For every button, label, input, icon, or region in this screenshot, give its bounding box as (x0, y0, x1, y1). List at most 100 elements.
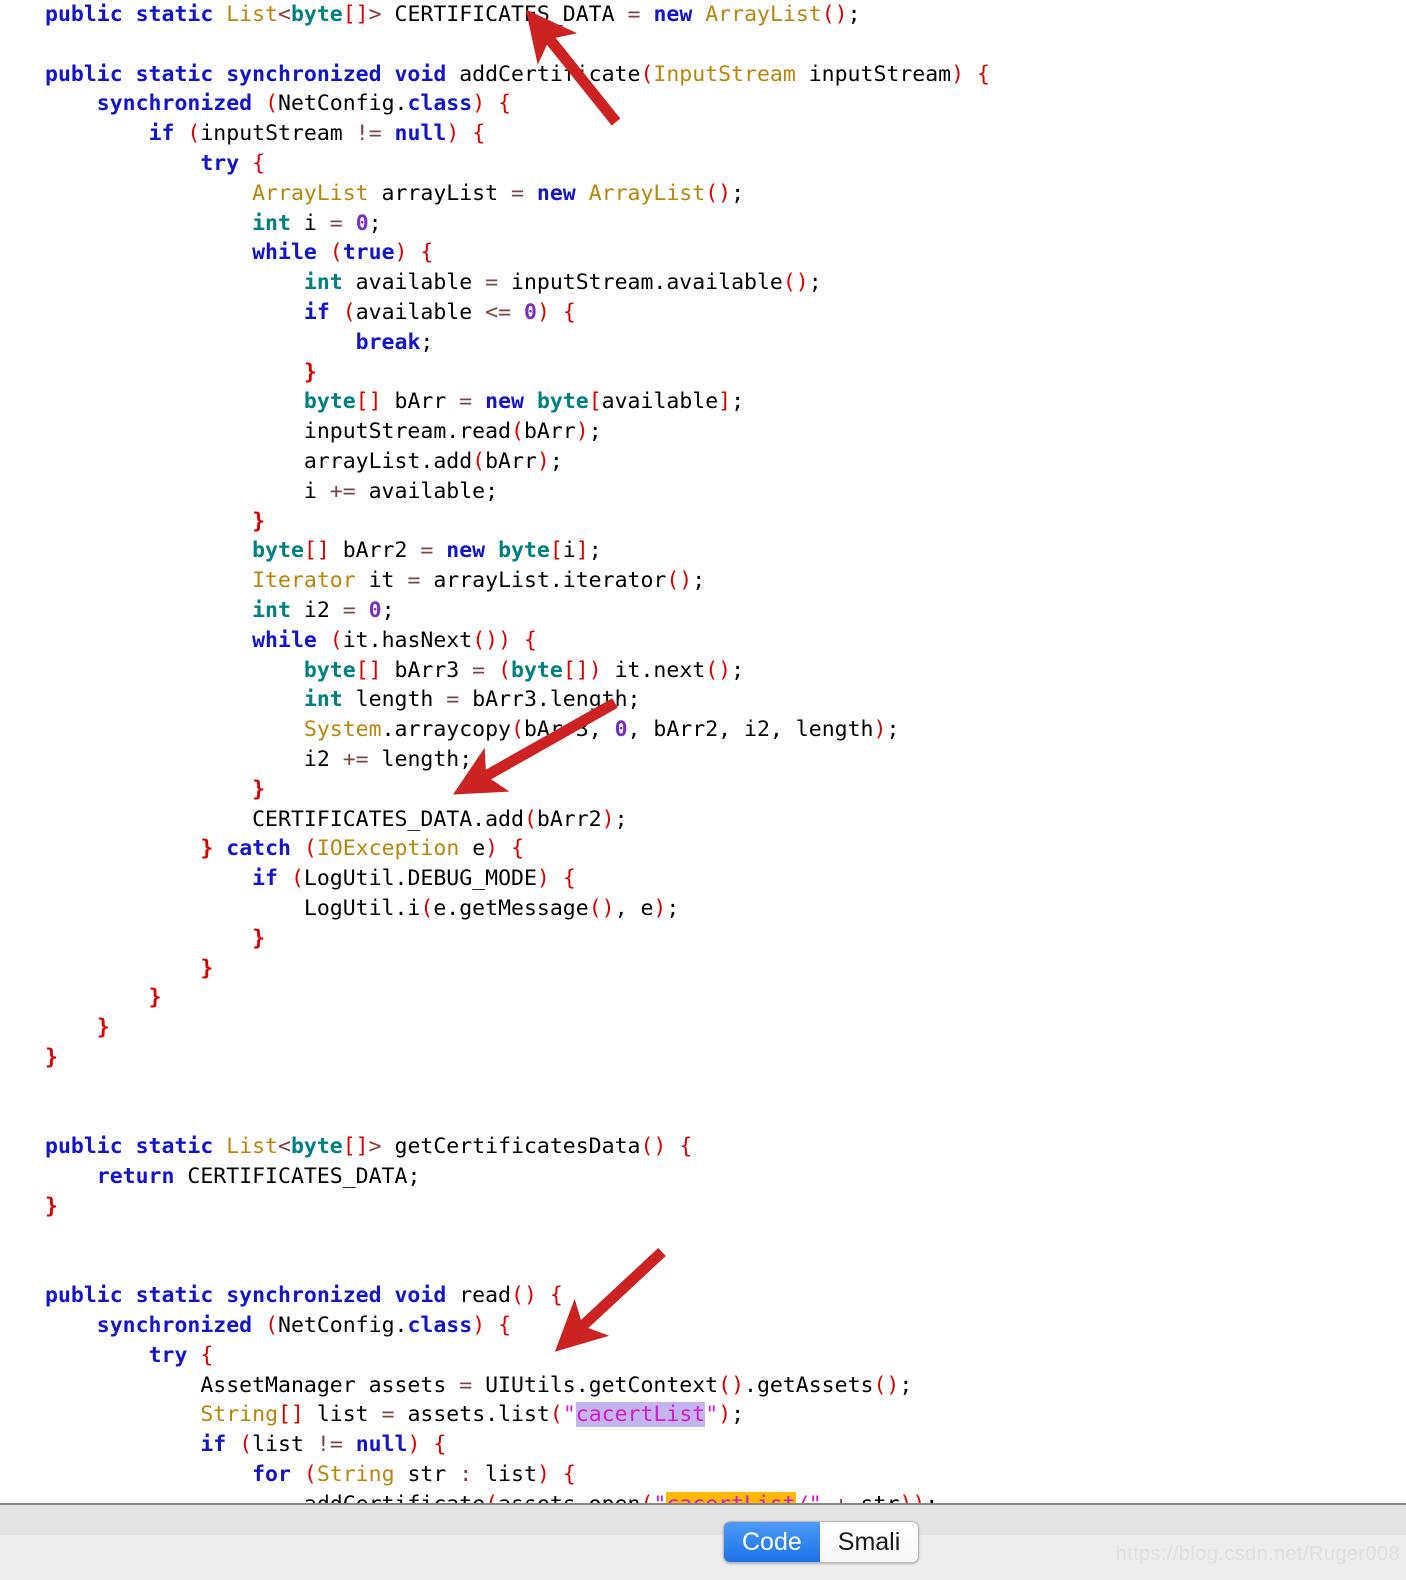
code-line[interactable]: ArrayList arrayList = new ArrayList(); (0, 179, 1406, 209)
code-line[interactable]: AssetManager assets = UIUtils.getContext… (0, 1371, 1406, 1401)
token-keyword: break (355, 329, 421, 355)
token-punct: { (420, 240, 434, 266)
code-line[interactable]: for (String str : list) { (0, 1460, 1406, 1490)
token-punct: ( (303, 836, 317, 862)
token-string: " (705, 1402, 719, 1428)
token-punct: { (433, 1432, 447, 1458)
token-punct: () (873, 1372, 900, 1398)
code-line[interactable]: i2 += length; (0, 745, 1406, 775)
token-operator: = (627, 2, 641, 27)
token-punct: ( (640, 1492, 653, 1503)
code-line[interactable]: public static List<byte[]> getCertificat… (0, 1132, 1406, 1162)
token-keyword: true (342, 240, 395, 266)
code-line[interactable]: public static synchronized void addCerti… (0, 60, 1406, 90)
token-primitive: byte (290, 1134, 343, 1160)
code-line[interactable]: System.arraycopy(bArr3, 0, bArr2, i2, le… (0, 715, 1406, 745)
token-punct: [] (355, 389, 382, 415)
code-line[interactable]: public static List<byte[]> CERTIFICATES_… (0, 0, 1406, 30)
code-line[interactable]: int i = 0; (0, 209, 1406, 239)
code-line[interactable]: while (it.hasNext()) { (0, 626, 1406, 656)
token-primitive: byte (303, 657, 356, 683)
code-line[interactable]: } catch (IOException e) { (0, 834, 1406, 864)
token-keyword: if (148, 121, 188, 147)
code-viewer[interactable]: public static List<byte[]> CERTIFICATES_… (0, 0, 1406, 1503)
code-line[interactable]: } (0, 358, 1406, 388)
token-type: List (226, 2, 278, 27)
code-line[interactable]: inputStream.read(bArr); (0, 417, 1406, 447)
code-line[interactable]: int available = inputStream.available(); (0, 268, 1406, 298)
code-line[interactable]: try { (0, 1341, 1406, 1371)
token-operator: = (485, 270, 499, 296)
token-punct: () (666, 568, 693, 594)
token-keyword: new (536, 180, 576, 206)
code-line[interactable]: addCertificate(assets.open("cacertList/"… (0, 1490, 1406, 1503)
token-number: 0 (355, 210, 369, 236)
code-line[interactable]: } (0, 954, 1406, 984)
token-primitive: byte (511, 657, 563, 683)
token-punct: ) (407, 1432, 421, 1458)
code-line[interactable]: if (available <= 0) { (0, 298, 1406, 328)
token-operator: = (381, 1402, 395, 1428)
code-line[interactable]: synchronized (NetConfig.class) { (0, 89, 1406, 119)
token-string: /" (796, 1492, 822, 1503)
code-lines-container[interactable]: public static List<byte[]> CERTIFICATES_… (0, 0, 1406, 1503)
token-punct: ) (536, 866, 550, 892)
code-line[interactable]: int length = bArr3.length; (0, 685, 1406, 715)
token-punct: ( (329, 627, 343, 653)
code-line[interactable]: byte[] bArr = new byte[available]; (0, 387, 1406, 417)
token-punct: { (511, 836, 525, 862)
code-line[interactable]: } (0, 1013, 1406, 1043)
code-line[interactable]: LogUtil.i(e.getMessage(), e); (0, 894, 1406, 924)
token-punct: ( (329, 240, 343, 266)
code-line[interactable]: break; (0, 328, 1406, 358)
token-angle: < (278, 2, 291, 27)
token-punct: [ (588, 389, 602, 415)
code-line[interactable]: synchronized (NetConfig.class) { (0, 1311, 1406, 1341)
code-line[interactable]: } (0, 924, 1406, 954)
code-line[interactable]: byte[] bArr3 = (byte[]) it.next(); (0, 656, 1406, 686)
code-line[interactable]: while (true) { (0, 238, 1406, 268)
token-type: Iterator (252, 568, 356, 594)
code-line[interactable]: } (0, 1192, 1406, 1222)
token-keyword: public static synchronized void (45, 61, 460, 87)
view-mode-segmented-control[interactable]: Code Smali (723, 1521, 920, 1563)
token-punct: ( (187, 121, 201, 147)
code-line[interactable]: if (inputStream != null) { (0, 119, 1406, 149)
token-operator: != (355, 121, 382, 147)
token-punct: () (705, 180, 732, 206)
code-line[interactable]: } (0, 1043, 1406, 1073)
code-line[interactable]: int i2 = 0; (0, 596, 1406, 626)
token-brace: } (303, 359, 317, 385)
token-primitive: byte (303, 389, 356, 415)
code-line[interactable]: if (list != null) { (0, 1430, 1406, 1460)
code-line[interactable]: String[] list = assets.list("cacertList"… (0, 1400, 1406, 1430)
token-punct: ( (485, 1492, 498, 1503)
token-punct: ( (523, 806, 537, 832)
code-line[interactable]: } (0, 775, 1406, 805)
token-punct: ) (536, 448, 550, 474)
code-line[interactable]: i += available; (0, 477, 1406, 507)
tab-smali[interactable]: Smali (819, 1522, 919, 1562)
code-line[interactable]: Iterator it = arrayList.iterator(); (0, 566, 1406, 596)
token-operator: : (459, 1462, 473, 1488)
code-line[interactable]: CERTIFICATES_DATA.add(bArr2); (0, 805, 1406, 835)
code-line[interactable]: return CERTIFICATES_DATA; (0, 1162, 1406, 1192)
code-line[interactable]: arrayList.add(bArr); (0, 447, 1406, 477)
code-line[interactable]: } (0, 507, 1406, 537)
code-line[interactable]: } (0, 983, 1406, 1013)
token-punct: ) (575, 419, 589, 445)
token-operator: += (329, 478, 356, 504)
token-punct: )) (899, 1492, 925, 1503)
token-primitive: byte (498, 538, 550, 564)
token-punct: ) (873, 717, 887, 743)
token-keyword: for (252, 1462, 304, 1488)
code-line[interactable]: byte[] bArr2 = new byte[i]; (0, 536, 1406, 566)
token-punct: [] (303, 538, 330, 564)
code-line[interactable]: if (LogUtil.DEBUG_MODE) { (0, 864, 1406, 894)
token-punct: { (562, 1462, 576, 1488)
tab-code[interactable]: Code (724, 1522, 820, 1562)
token-punct: ] (718, 389, 732, 415)
code-line[interactable]: try { (0, 149, 1406, 179)
code-line[interactable]: public static synchronized void read() { (0, 1281, 1406, 1311)
